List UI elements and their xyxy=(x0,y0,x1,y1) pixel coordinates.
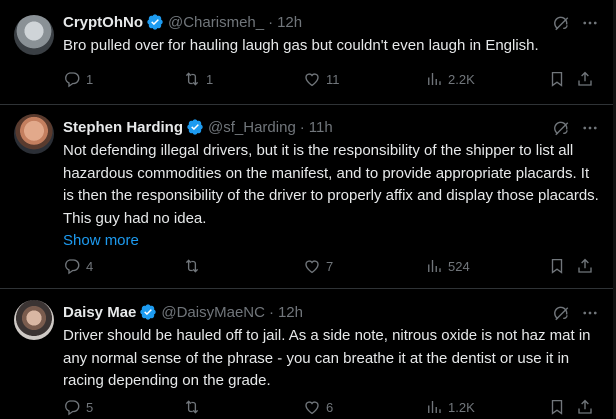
avatar[interactable] xyxy=(14,300,54,340)
grok-icon[interactable] xyxy=(552,119,570,137)
views-button[interactable]: 524 xyxy=(425,257,470,275)
reply-icon xyxy=(65,400,80,416)
tweet-text: Bro pulled over for hauling laugh gas bu… xyxy=(63,37,539,54)
share-icon xyxy=(578,399,592,414)
retweet-button[interactable] xyxy=(183,398,206,416)
retweet-button[interactable]: 1 xyxy=(183,70,213,88)
like-count: 11 xyxy=(326,71,340,87)
tweet-actions: 5 6 1.2K xyxy=(63,398,600,418)
tweet[interactable]: Stephen Harding @sf_Harding · 11h Not de… xyxy=(0,105,616,289)
author-name[interactable]: Stephen Harding xyxy=(63,119,183,136)
author-name[interactable]: Daisy Mae xyxy=(63,304,136,321)
timestamp[interactable]: 12h xyxy=(277,14,302,31)
tweet-actions: 4 7 524 xyxy=(63,257,600,277)
bookmark-icon xyxy=(551,71,563,87)
retweet-icon xyxy=(185,72,199,86)
views-button[interactable]: 2.2K xyxy=(425,70,475,88)
grok-icon[interactable] xyxy=(552,14,570,32)
verified-badge-icon xyxy=(147,14,163,30)
reply-feed: CryptOhNo @Charismeh_ · 12h Bro pulled o… xyxy=(0,0,616,419)
tweet-header: CryptOhNo @Charismeh_ · 12h xyxy=(63,12,600,32)
reply-button[interactable]: 4 xyxy=(63,257,93,275)
tweet-text: Driver should be hauled off to jail. As … xyxy=(63,327,591,389)
bookmark-icon xyxy=(551,258,563,274)
views-chart-icon xyxy=(428,73,441,85)
view-count: 2.2K xyxy=(448,71,475,87)
share-icon xyxy=(578,258,592,273)
views-button[interactable]: 1.2K xyxy=(425,398,475,416)
more-options-icon[interactable] xyxy=(580,304,600,322)
grok-icon[interactable] xyxy=(552,304,570,322)
tweet-text: Not defending illegal drivers, but it is… xyxy=(63,142,599,227)
retweet-icon xyxy=(185,400,199,414)
reply-icon xyxy=(65,72,80,88)
reply-count: 5 xyxy=(86,399,94,415)
views-chart-icon xyxy=(428,260,441,272)
separator-dot: · xyxy=(268,13,274,31)
tweet-actions: 1 1 11 2.2K xyxy=(63,70,600,90)
tweet-content: Daisy Mae @DaisyMaeNC · 12h Driver shoul… xyxy=(63,302,600,393)
retweet-count: 1 xyxy=(206,71,214,87)
share-button[interactable] xyxy=(576,70,594,88)
author-handle[interactable]: @sf_Harding xyxy=(208,119,296,136)
bookmark-button[interactable] xyxy=(548,70,566,88)
heart-icon xyxy=(305,401,319,415)
retweet-button[interactable] xyxy=(183,257,206,275)
separator-dot: · xyxy=(268,303,274,321)
author-name[interactable]: CryptOhNo xyxy=(63,14,143,31)
view-count: 1.2K xyxy=(448,399,475,415)
like-count: 6 xyxy=(326,399,334,415)
view-count: 524 xyxy=(448,258,470,274)
reply-button[interactable]: 1 xyxy=(63,70,93,88)
reply-button[interactable]: 5 xyxy=(63,398,93,416)
bookmark-button[interactable] xyxy=(548,398,566,416)
share-icon xyxy=(578,71,592,86)
verified-badge-icon xyxy=(187,119,203,135)
timestamp[interactable]: 11h xyxy=(309,119,333,136)
author-handle[interactable]: @Charismeh_ xyxy=(168,14,264,31)
reply-count: 1 xyxy=(86,71,94,87)
reply-icon xyxy=(65,259,80,275)
like-button[interactable]: 7 xyxy=(303,257,333,275)
more-options-icon[interactable] xyxy=(580,119,600,137)
author-handle[interactable]: @DaisyMaeNC xyxy=(161,304,265,321)
retweet-icon xyxy=(185,259,199,273)
tweet-header: Stephen Harding @sf_Harding · 11h xyxy=(63,117,600,137)
views-chart-icon xyxy=(428,401,441,413)
share-button[interactable] xyxy=(576,257,594,275)
tweet[interactable]: Daisy Mae @DaisyMaeNC · 12h Driver shoul… xyxy=(0,289,616,419)
tweet-header: Daisy Mae @DaisyMaeNC · 12h xyxy=(63,302,600,322)
share-button[interactable] xyxy=(576,398,594,416)
separator-dot: · xyxy=(299,118,305,136)
bookmark-button[interactable] xyxy=(548,257,566,275)
timestamp[interactable]: 12h xyxy=(278,304,303,321)
reply-count: 4 xyxy=(86,258,94,274)
avatar[interactable] xyxy=(14,114,54,154)
tweet-content: CryptOhNo @Charismeh_ · 12h Bro pulled o… xyxy=(63,12,600,58)
more-options-icon[interactable] xyxy=(580,14,600,32)
avatar[interactable] xyxy=(14,15,54,55)
verified-badge-icon xyxy=(140,304,157,320)
heart-icon xyxy=(305,73,319,87)
like-button[interactable]: 6 xyxy=(303,398,333,416)
bookmark-icon xyxy=(551,399,563,415)
heart-icon xyxy=(305,260,319,274)
like-count: 7 xyxy=(326,258,334,274)
show-more-link[interactable]: Show more xyxy=(63,230,600,252)
like-button[interactable]: 11 xyxy=(303,70,340,88)
tweet[interactable]: CryptOhNo @Charismeh_ · 12h Bro pulled o… xyxy=(0,0,616,105)
tweet-content: Stephen Harding @sf_Harding · 11h Not de… xyxy=(63,117,600,252)
